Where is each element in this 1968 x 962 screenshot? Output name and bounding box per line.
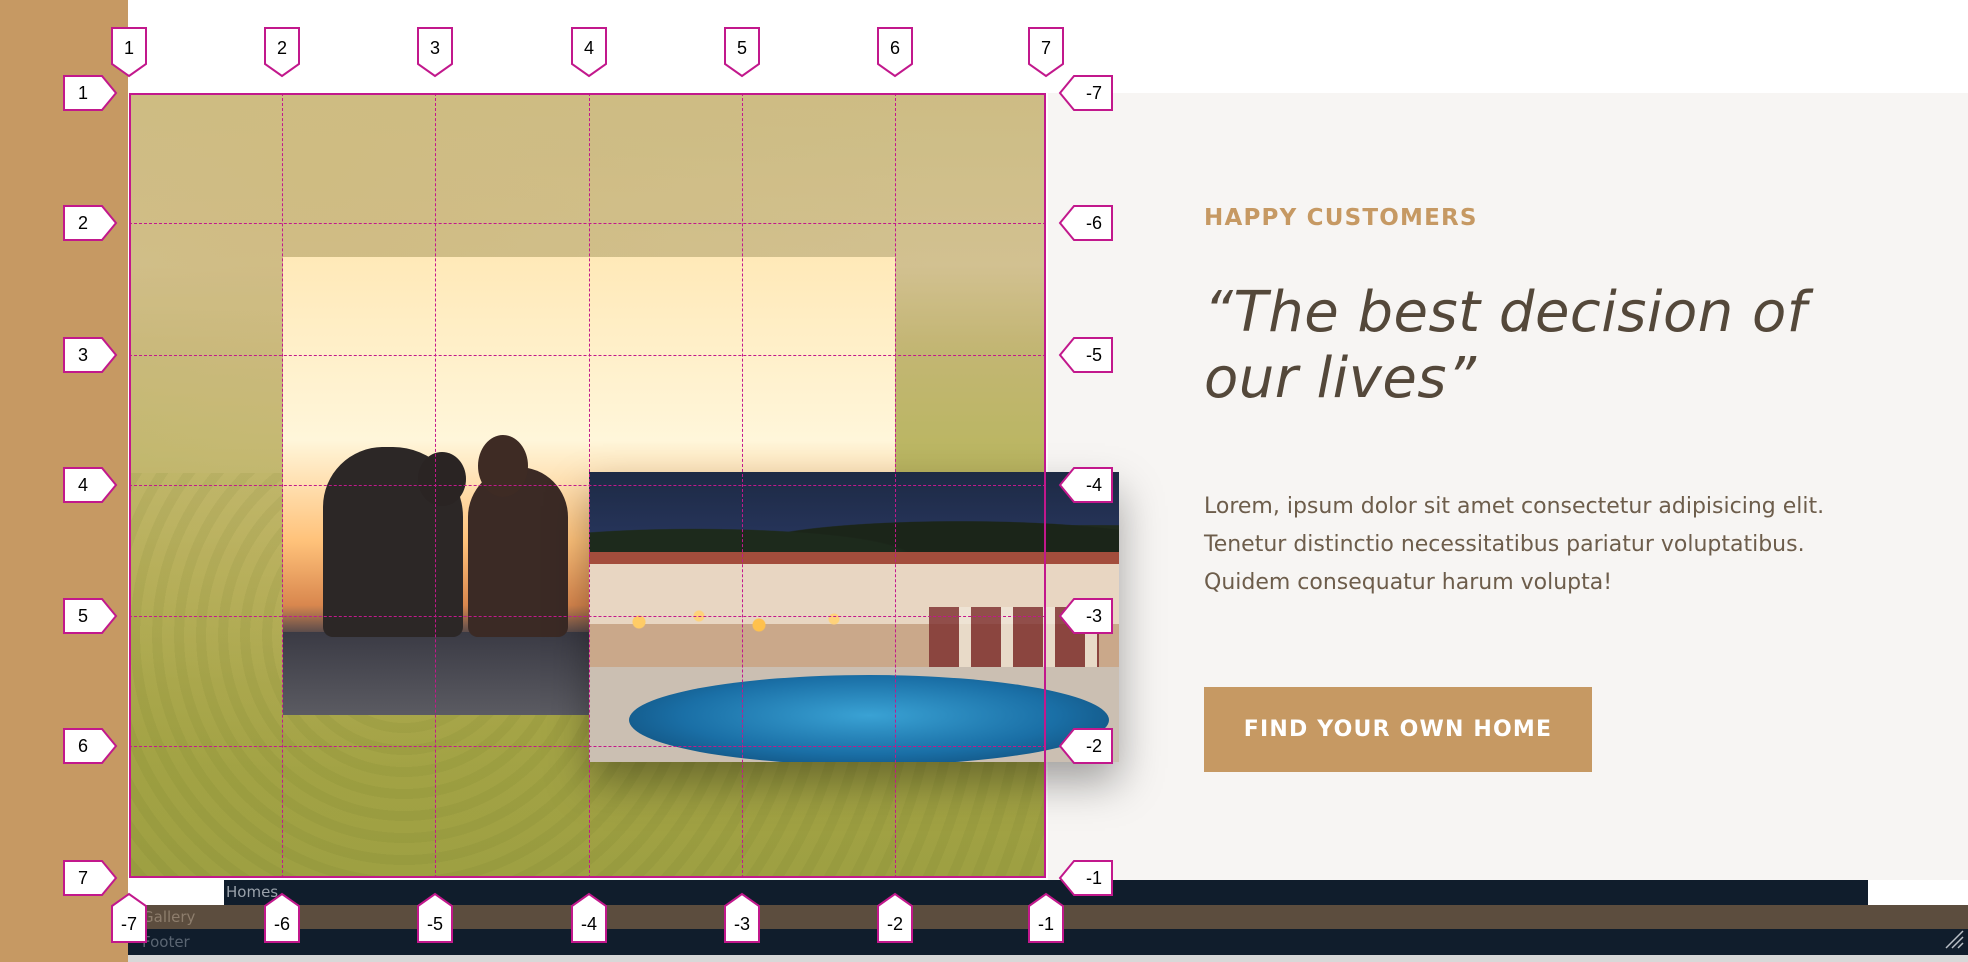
section-eyebrow: HAPPY CUSTOMERS (1204, 205, 1478, 231)
top-white-band (128, 0, 1968, 93)
gallery-label: Gallery (142, 908, 196, 926)
sidebar-color-strip (0, 0, 128, 962)
homes-label: Homes (226, 883, 279, 901)
testimonial-quote-heading: “The best decision of our lives” (1204, 280, 1808, 411)
testimonial-body-text: Lorem, ipsum dolor sit amet consectetur … (1204, 494, 1825, 595)
window-bottom-edge (128, 955, 1968, 962)
villa-pool-photo (589, 472, 1119, 762)
gallery-section-bar: Gallery (128, 905, 1968, 929)
find-home-button[interactable]: FIND YOUR OWN HOME (1204, 687, 1592, 772)
resize-handle-icon[interactable] (1942, 927, 1964, 949)
homes-section-bar: Homes (128, 880, 1868, 905)
footer-label: Footer (142, 933, 190, 951)
footer-section-bar: Footer (128, 929, 1968, 955)
